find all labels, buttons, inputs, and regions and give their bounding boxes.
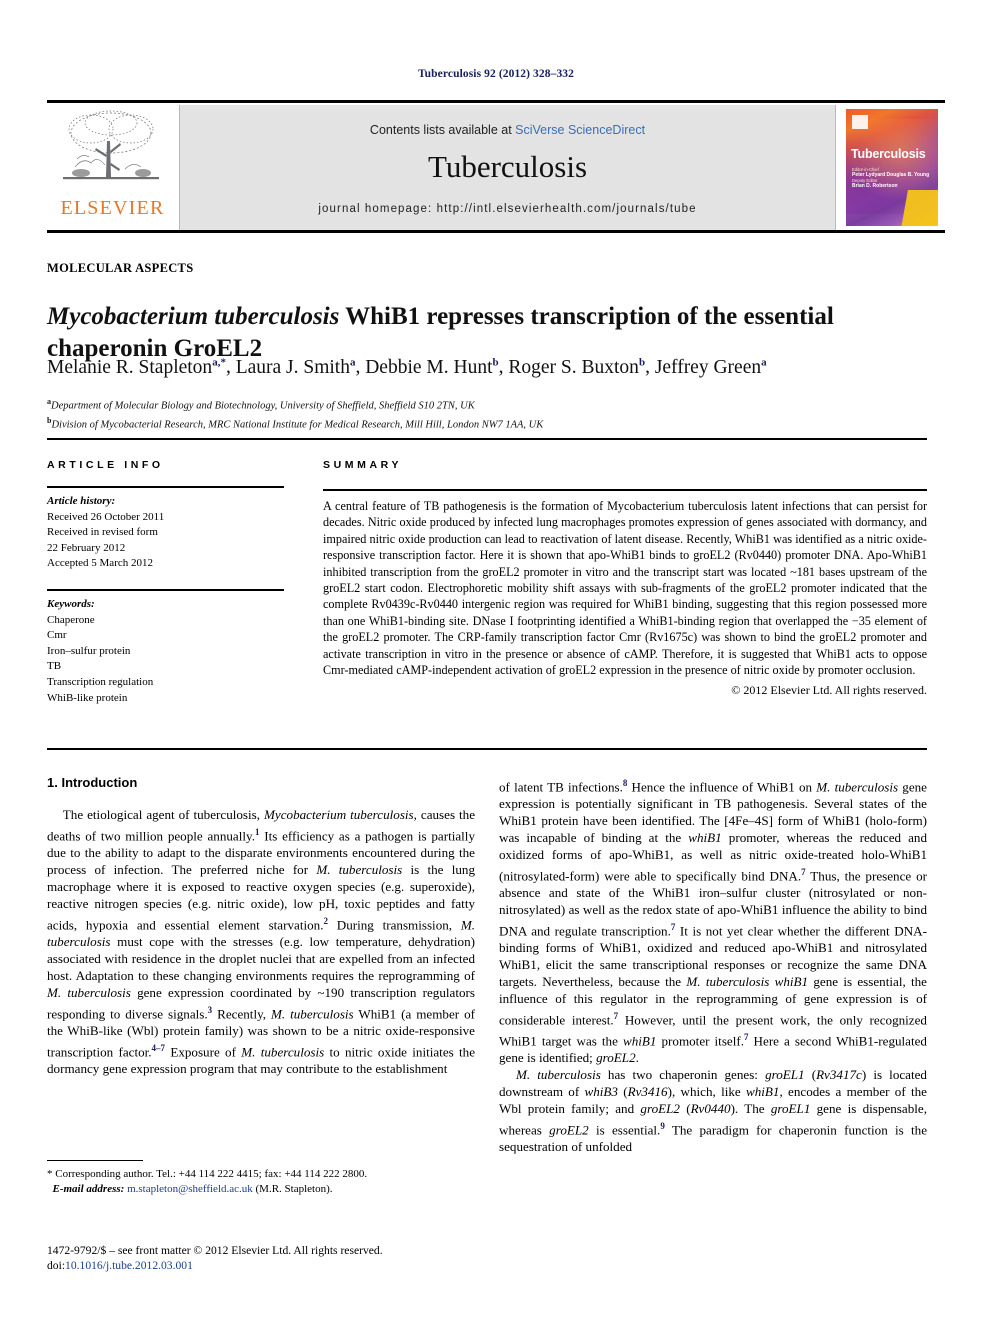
cover-artwork: Tuberculosis Editor-in-Chief Peter Lydya…	[846, 109, 938, 226]
info-block-top-rule	[47, 438, 927, 440]
keyword-item: Cmr	[47, 629, 67, 642]
affiliation-list: aDepartment of Molecular Biology and Bio…	[47, 395, 927, 432]
contents-prefix: Contents lists available at	[369, 123, 516, 137]
body-paragraph: of latent TB infections.8 Hence the infl…	[499, 778, 928, 1066]
doi-link[interactable]: 10.1016/j.tube.2012.03.001	[65, 1259, 193, 1272]
author: Roger S. Buxtonb	[508, 356, 646, 378]
author: Jeffrey Greena	[654, 356, 767, 378]
cover-elsevier-icon	[852, 115, 868, 129]
sciencedirect-link[interactable]: SciVerse ScienceDirect	[515, 123, 645, 137]
author-list: Melanie R. Stapletona,*, Laura J. Smitha…	[47, 356, 767, 378]
journal-cover-thumbnail: Tuberculosis Editor-in-Chief Peter Lydya…	[835, 105, 945, 230]
summary-copyright: © 2012 Elsevier Ltd. All rights reserved…	[731, 683, 927, 698]
summary-text: A central feature of TB pathogenesis is …	[323, 499, 927, 678]
elsevier-wordmark: ELSEVIER	[60, 197, 165, 219]
keyword-item: Chaperone	[47, 613, 95, 626]
journal-homepage-link[interactable]: journal homepage: http://intl.elsevierhe…	[180, 203, 835, 215]
summary-column: A central feature of TB pathogenesis is …	[323, 489, 927, 698]
author: Debbie M. Huntb	[365, 356, 499, 378]
info-block-bottom-rule	[47, 748, 927, 750]
body-paragraph: M. tuberculosis has two chaperonin genes…	[499, 1067, 928, 1155]
article-history-label: Article history:	[47, 495, 116, 507]
author-name: Debbie M. Hunt	[365, 356, 493, 378]
keywords-rule	[47, 588, 284, 591]
article-info-column: Article history: Received 26 October 201…	[47, 486, 284, 706]
keywords-label: Keywords:	[47, 597, 95, 610]
author-marks: b	[638, 356, 646, 368]
cover-title: Tuberculosis	[851, 147, 926, 161]
corresponding-author-footnote: * Corresponding author. Tel.: +44 114 22…	[47, 1167, 475, 1196]
doi-label: doi:	[47, 1259, 66, 1272]
summary-rule	[323, 489, 927, 491]
author-marks: a	[349, 356, 356, 368]
author-name: Jeffrey Green	[654, 356, 762, 378]
running-head: Tuberculosis 92 (2012) 328–332	[417, 68, 575, 80]
author-marks: b	[492, 356, 499, 368]
corresponding-author-line: * Corresponding author. Tel.: +44 114 22…	[47, 1168, 368, 1180]
summary-header: SUMMARY	[323, 459, 403, 471]
author-marks: a	[761, 356, 767, 368]
email-label: E-mail address:	[52, 1182, 125, 1195]
author-marks: a,*	[212, 356, 226, 368]
doi-line: doi:10.1016/j.tube.2012.03.001	[47, 1258, 547, 1273]
affiliation-text: Division of Mycobacterial Research, MRC …	[51, 419, 544, 430]
masthead-top-rule	[47, 100, 945, 103]
author: Melanie R. Stapletona,*	[47, 356, 226, 378]
cover-deputy: Brian D. Robertson	[852, 182, 898, 189]
journal-masthead: ELSEVIER Contents lists available at Sci…	[47, 100, 945, 233]
email-suffix: (M.R. Stapleton).	[252, 1182, 333, 1195]
body-column-left: 1. Introduction The etiological agent of…	[47, 775, 475, 1078]
email-line: E-mail address: m.stapleton@sheffield.ac…	[47, 1182, 475, 1197]
body-paragraph: The etiological agent of tuberculosis, M…	[47, 807, 476, 1077]
page-footer: 1472-9792/$ – see front matter © 2012 El…	[47, 1243, 547, 1273]
affiliation: aDepartment of Molecular Biology and Bio…	[47, 395, 927, 414]
email-link[interactable]: m.stapleton@sheffield.ac.uk	[127, 1183, 253, 1195]
affiliation-text: Department of Molecular Biology and Biot…	[51, 400, 475, 412]
article-info-header: ARTICLE INFO	[47, 459, 164, 471]
affiliation: bDivision of Mycobacterial Research, MRC…	[47, 414, 927, 433]
intro-heading: 1. Introduction	[47, 775, 138, 790]
section-label: MOLECULAR ASPECTS	[47, 261, 194, 275]
article-history-line: Received in revised form	[47, 526, 158, 539]
article-history-line: Accepted 5 March 2012	[47, 557, 153, 570]
author-name: Melanie R. Stapleton	[47, 356, 213, 378]
footnote-rule	[47, 1160, 143, 1161]
author-name: Roger S. Buxton	[508, 356, 639, 378]
article-history-rule	[47, 486, 284, 488]
masthead-center: Contents lists available at SciVerse Sci…	[180, 105, 835, 230]
article-history-line: Received 26 October 2011	[47, 510, 165, 523]
contents-available-line: Contents lists available at SciVerse Sci…	[180, 123, 835, 137]
cover-editor-block: Editor-in-Chief Peter Lydyard Douglas B.…	[852, 167, 932, 189]
keyword-item: Iron–sulfur protein	[47, 644, 131, 657]
keyword-item: Transcription regulation	[47, 675, 154, 688]
body-column-right: of latent TB infections.8 Hence the infl…	[499, 775, 927, 1156]
elsevier-tree-icon	[63, 110, 159, 180]
author-name: Laura J. Smith	[235, 356, 350, 378]
masthead-bottom-rule	[47, 230, 945, 233]
title-italic-lead: Mycobacterium tuberculosis	[47, 302, 340, 330]
keyword-item: TB	[47, 660, 62, 673]
keyword-item: WhiB-like protein	[47, 691, 128, 704]
author: Laura J. Smitha	[235, 356, 356, 378]
article-history-line: 22 February 2012	[47, 541, 126, 554]
front-matter-line: 1472-9792/$ – see front matter © 2012 El…	[47, 1244, 383, 1257]
paper-page: Tuberculosis 92 (2012) 328–332 ELSEVIER …	[0, 0, 992, 1323]
journal-title: Tuberculosis	[427, 149, 588, 184]
elsevier-logo: ELSEVIER	[47, 105, 180, 230]
